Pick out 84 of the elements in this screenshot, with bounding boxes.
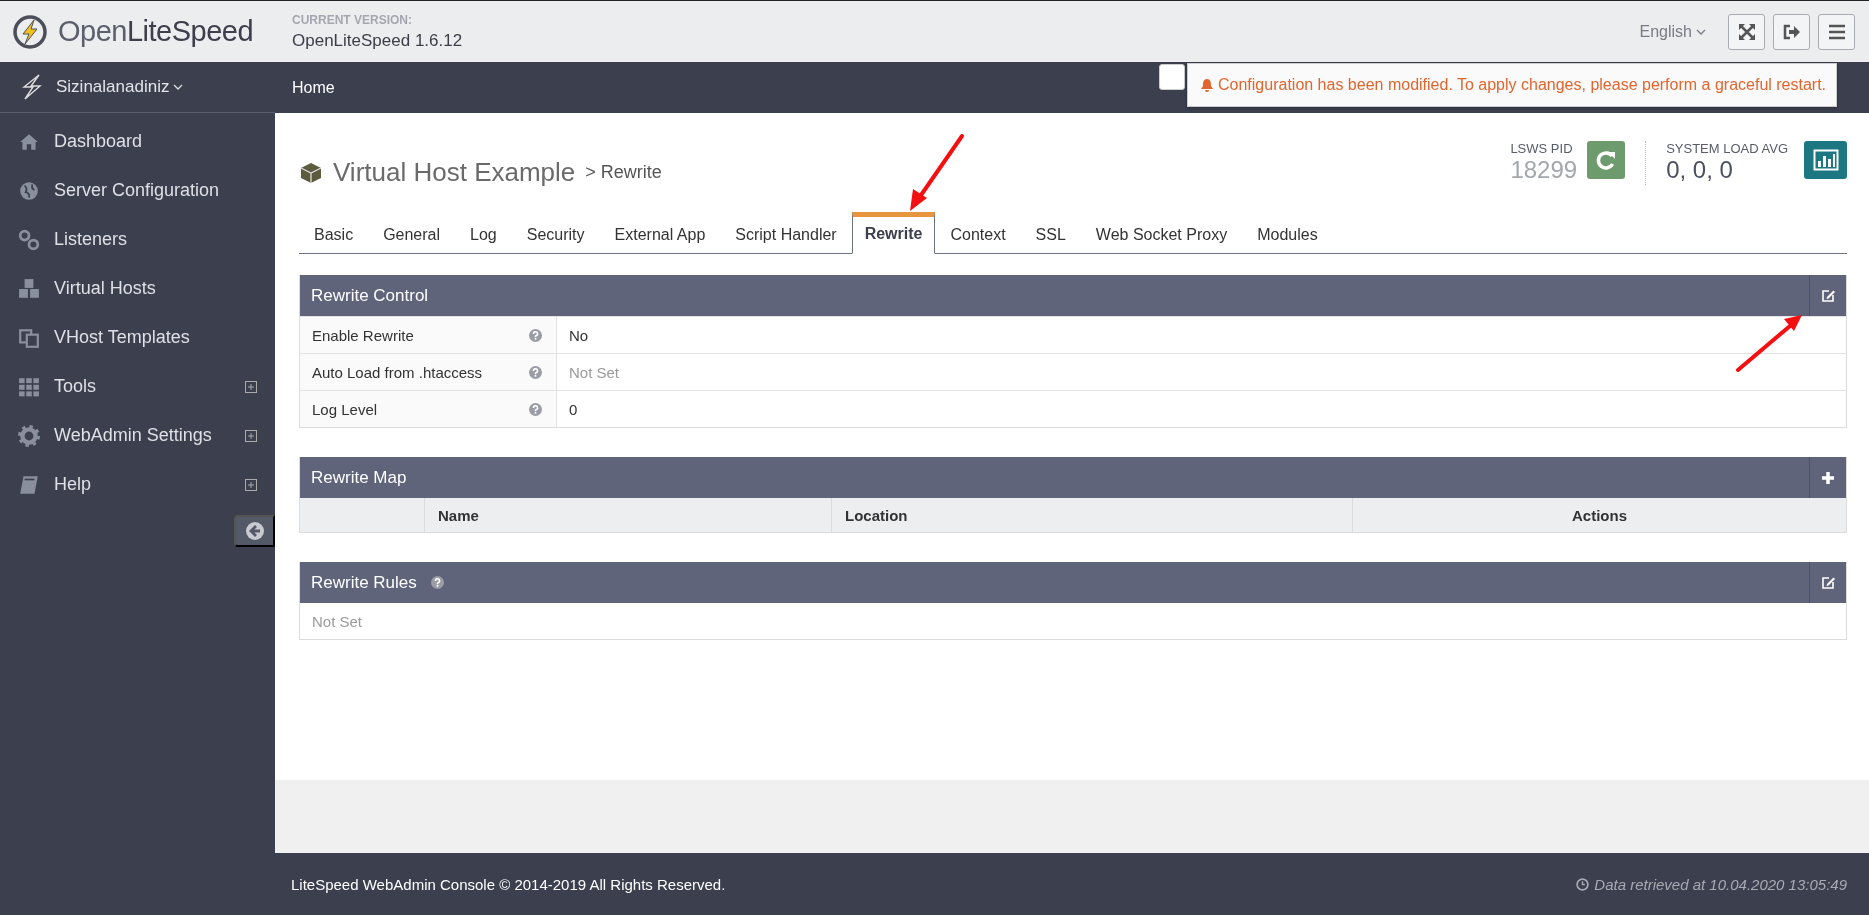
tab[interactable]: Modules	[1242, 217, 1333, 253]
cube-icon	[299, 160, 323, 185]
chevron-down-icon	[1696, 28, 1706, 35]
nav-icon	[18, 277, 40, 300]
tab[interactable]: General	[368, 217, 456, 253]
help-icon[interactable]	[430, 576, 444, 589]
panel-title: Rewrite Control	[310, 285, 429, 306]
bell-icon	[1200, 77, 1214, 93]
sidebar-item[interactable]: Listeners	[0, 215, 275, 264]
breadcrumb-link[interactable]: Home	[275, 78, 335, 97]
tab[interactable]: Log	[455, 217, 512, 253]
field-value: Not Set	[311, 611, 364, 632]
version-text: OpenLiteSpeed 1.6.12	[292, 30, 463, 51]
sidebar-item[interactable]: WebAdmin Settings	[0, 411, 275, 460]
expand-icon	[1737, 22, 1756, 41]
nav-icon	[18, 228, 40, 251]
logo-text: OpenLiteSpeed	[58, 15, 254, 48]
page-subtitle: > Rewrite	[585, 162, 662, 183]
sidebar-item[interactable]: VHost Templates	[0, 313, 275, 362]
plus-icon	[1821, 470, 1835, 485]
arrow-left-icon	[244, 521, 265, 541]
tab[interactable]: Security	[511, 217, 600, 253]
clock-icon	[1576, 877, 1590, 891]
edit-icon	[1820, 574, 1836, 591]
sidebar-item[interactable]: Server Configuration	[0, 166, 275, 215]
retrieved-text: Data retrieved at 10.04.2020 13:05:49	[1594, 875, 1847, 893]
server-dropdown[interactable]: Sizinalanadiniz	[56, 77, 184, 97]
tab[interactable]: Basic	[299, 217, 369, 253]
tab[interactable]: Context	[935, 217, 1021, 253]
tab[interactable]: Rewrite	[851, 212, 936, 254]
nav-icon	[18, 326, 40, 349]
field-label: Enable Rewrite	[312, 326, 415, 344]
logout-button[interactable]	[1773, 13, 1810, 50]
nav-icon	[18, 424, 40, 447]
field-label: Auto Load from .htaccess	[312, 363, 484, 381]
sidebar-item[interactable]: Tools	[0, 362, 275, 411]
version-label: CURRENT VERSION:	[292, 12, 413, 27]
chart-button[interactable]	[1804, 141, 1847, 179]
tab[interactable]: External App	[599, 217, 721, 253]
load-value: 0, 0, 0	[1666, 156, 1734, 184]
fullscreen-button[interactable]	[1728, 13, 1765, 50]
column-header: Location	[831, 498, 1352, 532]
nav-icon	[18, 473, 40, 496]
copyright-text: LiteSpeed WebAdmin Console © 2014-2019 All Rights Reserved.	[291, 875, 726, 893]
alert-message: Configuration has been modified. To apply changes, please perform a graceful restart.	[1187, 63, 1838, 107]
field-value: Not Set	[568, 362, 620, 383]
column-header: Name	[424, 498, 831, 532]
tab[interactable]: Script Handler	[720, 217, 852, 253]
pid-value: 18299	[1510, 156, 1578, 184]
nav-icon	[18, 179, 40, 202]
help-icon[interactable]	[529, 402, 542, 416]
expand-icon[interactable]	[245, 478, 257, 491]
nav-icon	[18, 375, 40, 398]
checkbox[interactable]	[1159, 64, 1185, 90]
sidebar-item[interactable]: Dashboard	[0, 117, 275, 166]
lightning-icon	[20, 74, 44, 100]
refresh-icon	[1595, 149, 1618, 171]
panel-title: Rewrite Rules	[310, 572, 417, 593]
chevron-down-icon	[173, 84, 184, 90]
load-label: SYSTEM LOAD AVG	[1666, 141, 1788, 156]
tab[interactable]: SSL	[1020, 217, 1081, 253]
logo-icon	[12, 13, 48, 50]
restart-button[interactable]	[1587, 141, 1626, 179]
logout-icon	[1782, 23, 1801, 40]
column-header: Actions	[1352, 498, 1846, 532]
menu-button[interactable]	[1818, 13, 1855, 50]
expand-icon[interactable]	[245, 429, 257, 442]
field-value: 0	[568, 399, 578, 420]
page-title: Virtual Host Example	[333, 157, 576, 188]
collapse-button[interactable]	[234, 515, 275, 547]
sidebar-item[interactable]: Virtual Hosts	[0, 264, 275, 313]
tab[interactable]: Web Socket Proxy	[1080, 217, 1243, 253]
help-icon[interactable]	[529, 328, 542, 342]
language-dropdown[interactable]: English	[1633, 21, 1712, 42]
field-value: No	[568, 325, 589, 346]
help-icon[interactable]	[529, 365, 542, 379]
expand-icon[interactable]	[245, 380, 257, 393]
panel-title: Rewrite Map	[310, 467, 407, 488]
field-label: Log Level	[312, 400, 379, 418]
sidebar-item[interactable]: Help	[0, 460, 275, 509]
menu-icon	[1827, 23, 1846, 40]
pid-label: LSWS PID	[1510, 141, 1573, 156]
bar-chart-icon	[1812, 149, 1839, 171]
edit-icon	[1820, 287, 1836, 304]
